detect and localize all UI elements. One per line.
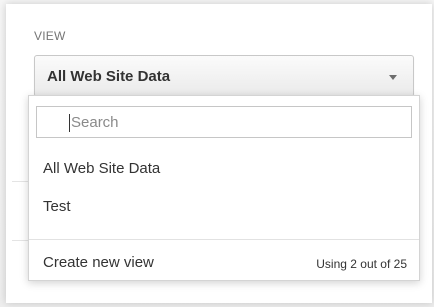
chevron-down-icon bbox=[389, 75, 397, 80]
create-new-view-link[interactable]: Create new view bbox=[43, 254, 154, 271]
search-box bbox=[36, 106, 412, 138]
view-select[interactable]: All Web Site Data bbox=[34, 55, 414, 97]
view-usage-count: Using 2 out of 25 bbox=[316, 257, 407, 271]
list-item-all-web-site-data[interactable]: All Web Site Data bbox=[29, 151, 419, 187]
text-caret bbox=[69, 114, 70, 132]
list-item-label: All Web Site Data bbox=[43, 160, 161, 177]
menu-divider bbox=[29, 239, 419, 240]
list-item-label: Test bbox=[43, 198, 71, 215]
view-select-value: All Web Site Data bbox=[47, 68, 171, 85]
view-label: VIEW bbox=[34, 29, 66, 43]
view-dropdown-menu: All Web Site Data Test Create new view U… bbox=[28, 95, 420, 281]
list-item-test[interactable]: Test bbox=[29, 189, 419, 225]
search-input[interactable] bbox=[37, 107, 411, 137]
